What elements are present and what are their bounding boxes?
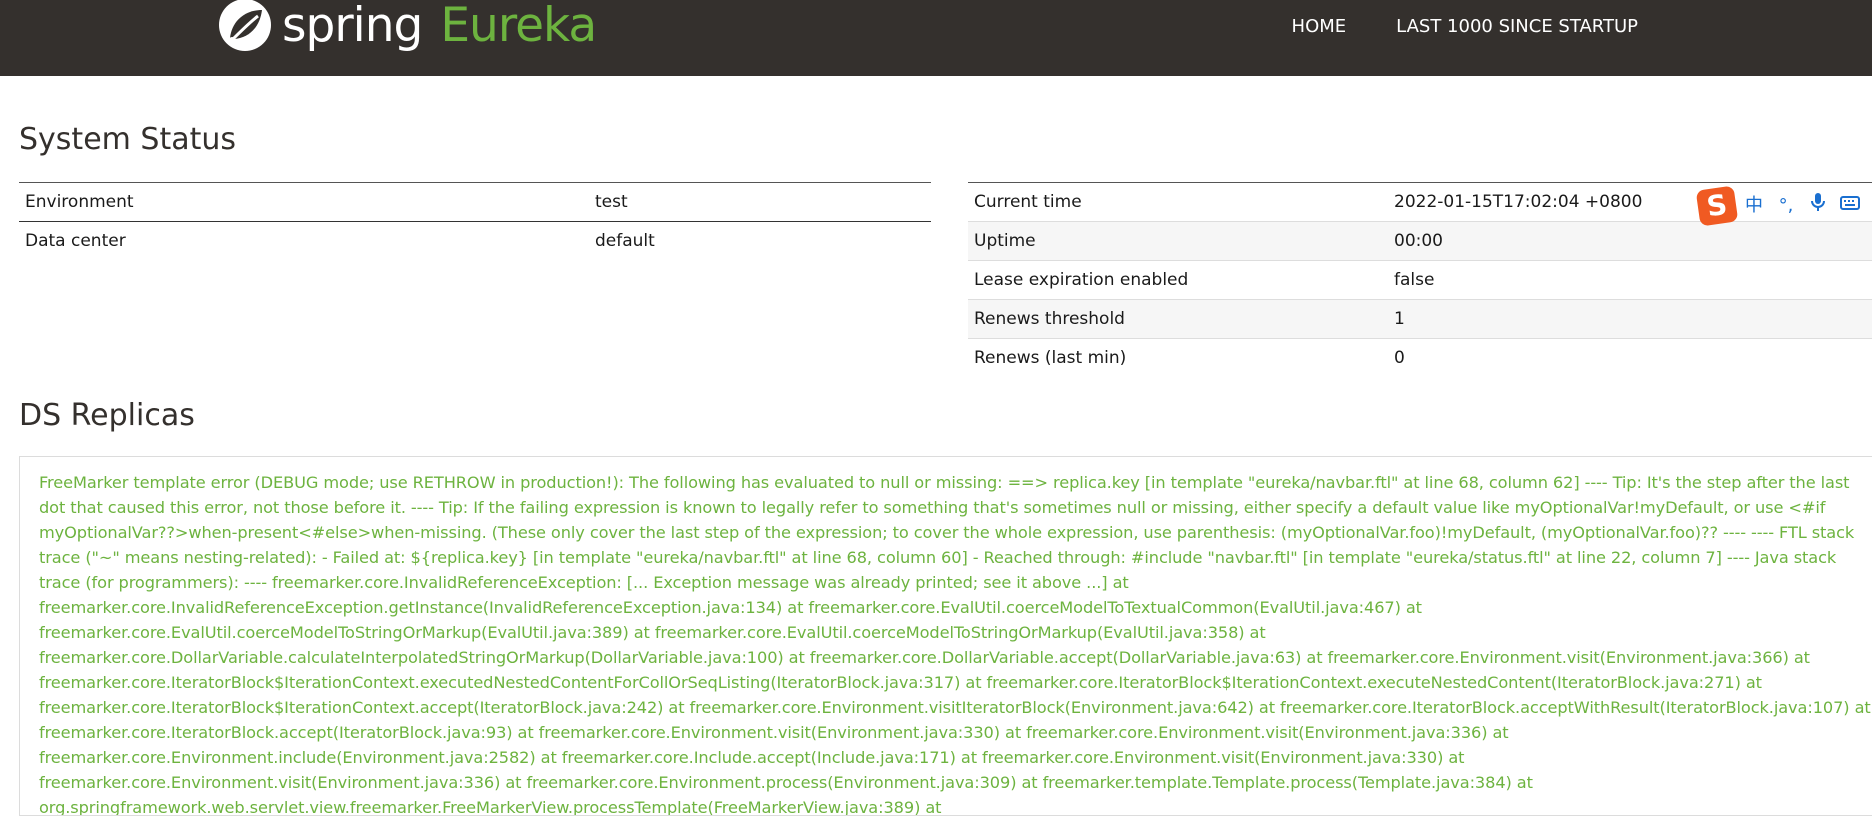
- status-value: false: [1388, 260, 1872, 300]
- error-message-box: FreeMarker template error (DEBUG mode; u…: [19, 456, 1872, 816]
- status-key: Current time: [968, 182, 1388, 222]
- ime-toolbar: S 中 °,: [1695, 185, 1872, 227]
- chinese-mode-icon[interactable]: 中: [1740, 192, 1768, 220]
- ds-replicas-heading: DS Replicas: [19, 398, 195, 433]
- table-row: Data center default: [19, 222, 931, 261]
- status-key: Uptime: [968, 221, 1388, 261]
- status-value: 0: [1388, 338, 1872, 378]
- freemarker-error-text: FreeMarker template error (DEBUG mode; u…: [39, 473, 1871, 816]
- top-navbar: spring Eureka HOME LAST 1000 SINCE START…: [0, 0, 1872, 76]
- microphone-glyph: [1811, 193, 1825, 211]
- system-status-left-table: Environment test Data center default: [19, 182, 931, 261]
- main-nav: HOME LAST 1000 SINCE STARTUP: [1292, 16, 1638, 38]
- table-row: Renews (last min) 0: [968, 338, 1872, 378]
- status-key: Lease expiration enabled: [968, 260, 1388, 300]
- status-value: 00:00: [1388, 221, 1872, 261]
- nav-last-1000-link[interactable]: LAST 1000 SINCE STARTUP: [1396, 16, 1638, 38]
- status-value: default: [595, 231, 655, 252]
- spring-leaf-icon: [219, 0, 271, 51]
- keyboard-icon[interactable]: [1836, 192, 1864, 220]
- status-value: 1: [1388, 299, 1872, 339]
- status-key: Renews threshold: [968, 299, 1388, 339]
- brand-logo-link[interactable]: spring Eureka: [216, 0, 597, 60]
- punctuation-icon[interactable]: °,: [1772, 192, 1800, 220]
- table-row: Renews threshold 1: [968, 299, 1872, 339]
- table-row: Uptime 00:00: [968, 221, 1872, 261]
- status-key: Renews (last min): [968, 338, 1388, 378]
- table-row: Lease expiration enabled false: [968, 260, 1872, 300]
- brand-word-spring: spring: [282, 0, 423, 53]
- sogou-ime-logo-icon[interactable]: S: [1695, 185, 1739, 227]
- status-value: test: [589, 182, 931, 222]
- table-row: Environment test: [19, 182, 931, 222]
- status-key: Environment: [19, 182, 589, 222]
- tools-icon[interactable]: [1868, 192, 1872, 220]
- system-status-heading: System Status: [19, 122, 237, 157]
- keyboard-glyph: [1840, 196, 1860, 210]
- brand-word-eureka: Eureka: [440, 0, 597, 53]
- nav-home-link[interactable]: HOME: [1292, 16, 1347, 38]
- microphone-icon[interactable]: [1804, 192, 1832, 220]
- status-key: Data center: [25, 231, 126, 252]
